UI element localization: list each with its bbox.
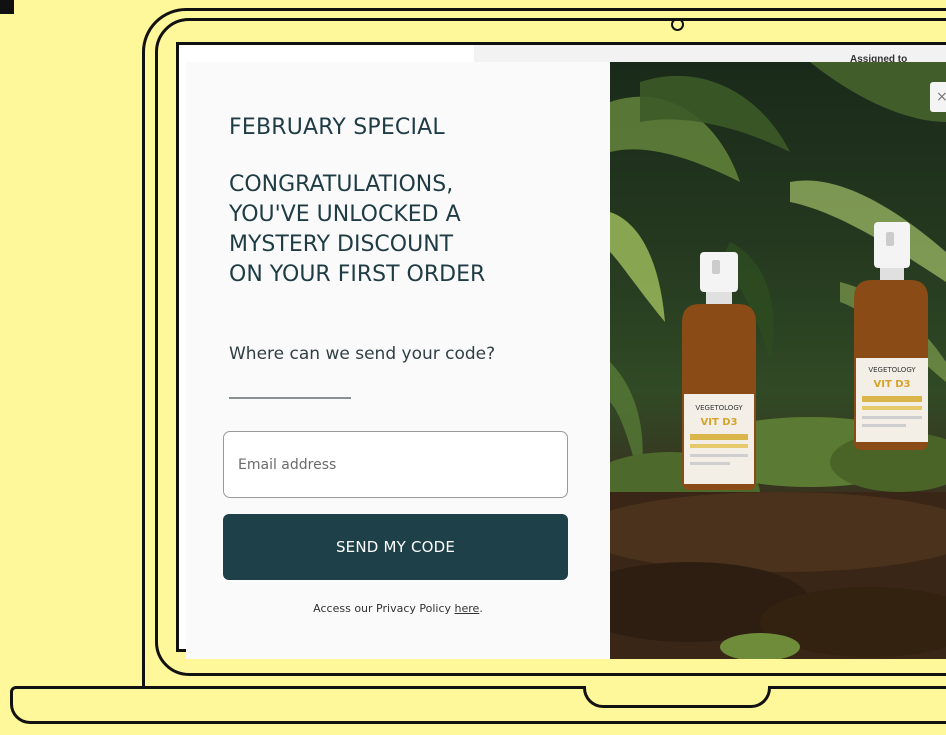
product-photo-illustration: VEGETOLOGY VIT D3 VEGETOLOGY VIT D3 xyxy=(610,62,946,659)
camera-icon xyxy=(671,18,684,31)
bottle-right-product: VIT D3 xyxy=(873,379,910,390)
popup-subhead: Where can we send your code? xyxy=(229,344,496,364)
privacy-prefix: Access our Privacy Policy xyxy=(313,602,455,615)
send-code-button[interactable]: SEND MY CODE xyxy=(223,514,568,580)
divider xyxy=(229,397,351,399)
headline-line: CONGRATULATIONS, xyxy=(229,172,454,197)
discount-popup: FEBRUARY SPECIAL CONGRATULATIONS, YOU'VE… xyxy=(186,62,946,659)
headline-line: ON YOUR FIRST ORDER xyxy=(229,262,486,287)
bottle-left-brand: VEGETOLOGY xyxy=(695,404,743,412)
illustration-stage: Assigned to FEBRUARY SPECIAL CONGRATULAT… xyxy=(0,0,946,735)
laptop-notch xyxy=(583,686,771,708)
popup-eyebrow: FEBRUARY SPECIAL xyxy=(229,115,445,140)
headline-line: YOU'VE UNLOCKED A xyxy=(229,202,461,227)
close-icon[interactable]: × xyxy=(930,82,946,112)
bottle-right-brand: VEGETOLOGY xyxy=(868,366,916,374)
privacy-suffix: . xyxy=(479,602,483,615)
bottle-left-product: VIT D3 xyxy=(700,417,737,428)
moss-ground xyxy=(610,417,946,659)
popup-headline: CONGRATULATIONS, YOU'VE UNLOCKED A MYSTE… xyxy=(229,170,569,290)
privacy-policy-link[interactable]: here xyxy=(455,602,480,615)
product-image: VEGETOLOGY VIT D3 VEGETOLOGY VIT D3 × xyxy=(610,62,946,659)
popup-form-panel: FEBRUARY SPECIAL CONGRATULATIONS, YOU'VE… xyxy=(186,62,610,659)
laptop-base xyxy=(10,686,946,724)
headline-line: MYSTERY DISCOUNT xyxy=(229,232,454,257)
corner-mark xyxy=(0,0,14,14)
privacy-note: Access our Privacy Policy here. xyxy=(186,602,610,615)
email-field[interactable] xyxy=(223,431,568,498)
